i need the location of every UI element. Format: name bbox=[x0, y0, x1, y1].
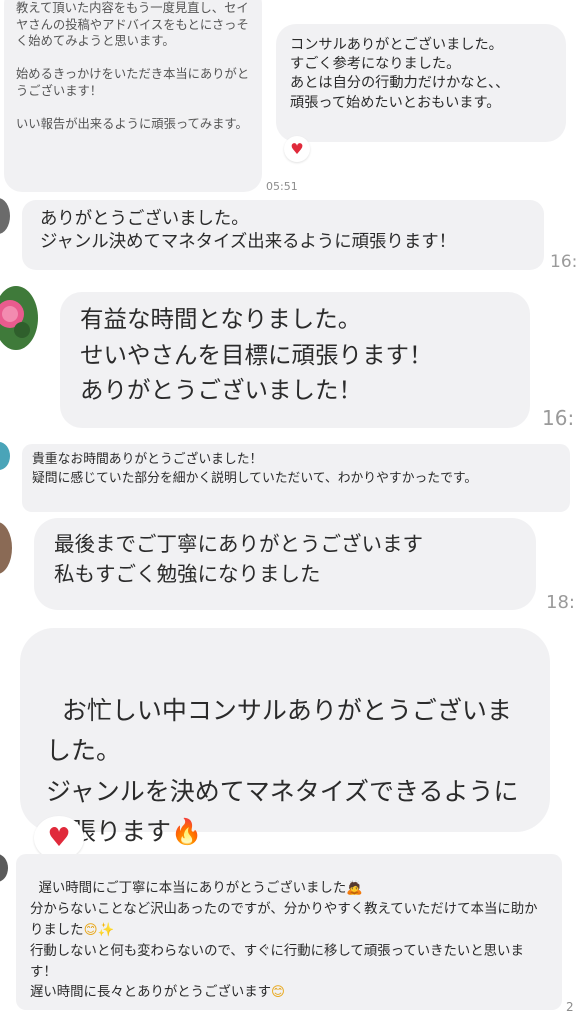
message-text: お忙しい中コンサルありがとうございました。 ジャンルを決めてマネタイズできるよう… bbox=[46, 695, 519, 847]
message-bubble: 貴重なお時間ありがとうございました！ 疑問に感じていた部分を細かく説明していただ… bbox=[22, 444, 570, 512]
smile-emoji: 😊 bbox=[271, 985, 285, 1001]
avatar[interactable] bbox=[0, 442, 10, 470]
bowing-emoji: 🙇 bbox=[346, 880, 363, 896]
message-bubble: 教えて頂いた内容をもう一度見直し、セイヤさんの投稿やアドバイスをもとにさっそく始… bbox=[4, 0, 262, 192]
message-bubble: 遅い時間にご丁寧に本当にありがとうございました🙇 分からないことなど沢山あったの… bbox=[16, 854, 562, 1010]
flower-avatar-image bbox=[0, 286, 38, 350]
message-timestamp: 18:3 bbox=[546, 592, 576, 613]
message-text: 遅い時間にご丁寧に本当にありがとうございました bbox=[38, 880, 347, 896]
smile-sparkle-emoji: 😊✨ bbox=[83, 922, 115, 938]
avatar[interactable] bbox=[0, 286, 38, 350]
message-bubble: 有益な時間となりました。 せいやさんを目標に頑張ります！ ありがとうございました… bbox=[60, 292, 530, 428]
avatar[interactable] bbox=[0, 522, 12, 574]
message-timestamp: 16: bbox=[550, 252, 576, 272]
message-bubble: 最後までご丁寧にありがとうございます 私もすごく勉強になりました bbox=[34, 518, 536, 610]
avatar[interactable] bbox=[0, 198, 10, 234]
fire-emoji: 🔥 bbox=[171, 817, 203, 846]
heart-icon[interactable]: ♥ bbox=[284, 136, 310, 162]
message-bubble: お忙しい中コンサルありがとうございました。 ジャンルを決めてマネタイズできるよう… bbox=[20, 628, 550, 846]
message-bubble: コンサルありがとございました。 すごく参考になりました。 あとは自分の行動力だけ… bbox=[276, 24, 566, 142]
message-timestamp: 16: bbox=[542, 406, 575, 430]
message-bubble: ありがとうございました。 ジャンル決めてマネタイズ出来るように頑張ります！ bbox=[22, 200, 544, 270]
message-timestamp: 05:51 bbox=[266, 180, 298, 193]
avatar[interactable] bbox=[0, 854, 8, 882]
message-timestamp: 2 bbox=[566, 1000, 574, 1014]
